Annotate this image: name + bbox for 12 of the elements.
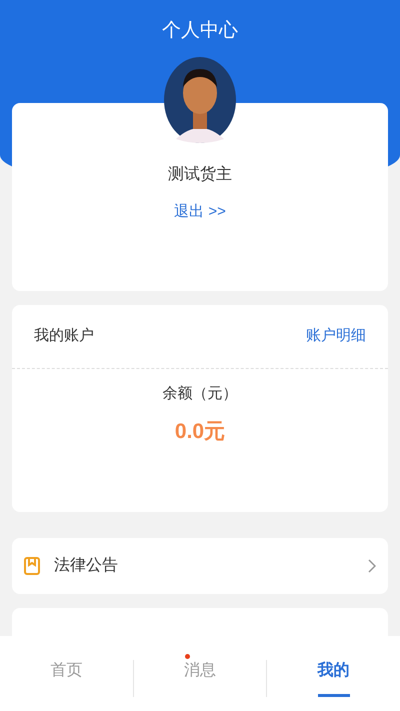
tab[interactable]: 我的 — [318, 660, 350, 697]
logout-link[interactable]: 退出 >> — [174, 201, 226, 224]
user-name: 测试货主 — [168, 164, 232, 185]
tab[interactable]: 消息 — [184, 660, 216, 697]
tab[interactable]: 首页 — [50, 660, 82, 697]
account-detail-link[interactable]: 账户明细 — [306, 325, 366, 348]
balance-label: 余额（元） — [162, 384, 238, 404]
menu-item[interactable]: 法律公告 — [12, 538, 388, 594]
page-title: 个人中心 — [162, 18, 238, 43]
account-title: 我的账户 — [34, 326, 94, 346]
balance-amount: 0.0元 — [174, 418, 226, 444]
menu-label: 法律公告 — [54, 556, 119, 576]
